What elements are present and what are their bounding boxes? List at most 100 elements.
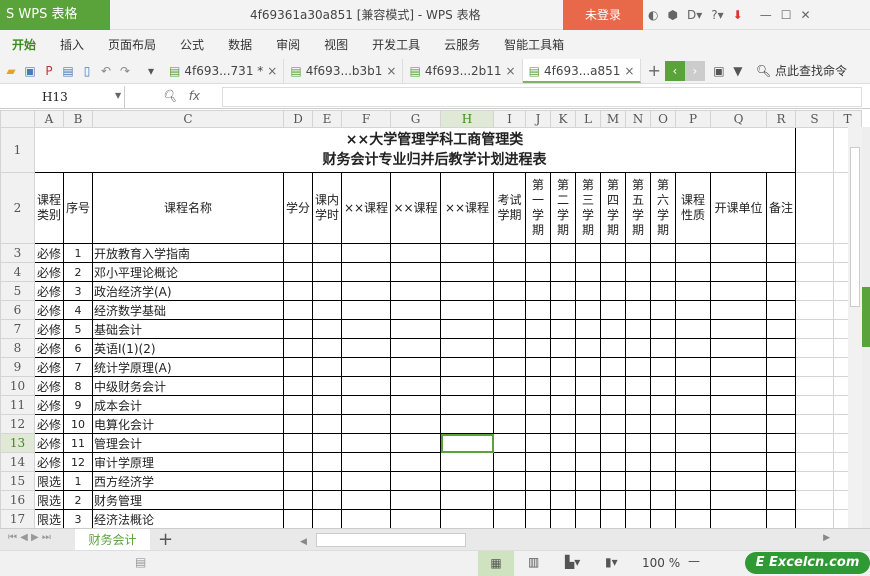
column-header[interactable]: M	[600, 110, 626, 128]
cell[interactable]	[675, 243, 711, 263]
cell[interactable]	[341, 471, 391, 491]
cell[interactable]	[600, 376, 626, 396]
cell[interactable]	[525, 471, 551, 491]
cell[interactable]	[525, 376, 551, 396]
column-title-cell[interactable]: 第二学期	[550, 172, 576, 244]
cell[interactable]	[525, 452, 551, 472]
cell[interactable]	[312, 357, 342, 377]
cell[interactable]: 基础会计	[92, 319, 284, 339]
cell[interactable]: 必修	[34, 300, 64, 320]
cell[interactable]: 财务管理	[92, 490, 284, 510]
cell[interactable]	[525, 414, 551, 434]
cell[interactable]	[550, 338, 576, 358]
close-tab-icon[interactable]: ×	[267, 59, 277, 83]
cell[interactable]	[710, 490, 767, 510]
cell[interactable]: 必修	[34, 262, 64, 282]
cell[interactable]	[341, 281, 391, 301]
cell[interactable]	[341, 414, 391, 434]
cell[interactable]	[525, 395, 551, 415]
minimize-icon[interactable]: —	[760, 8, 772, 22]
cell[interactable]	[600, 471, 626, 491]
cell[interactable]	[625, 281, 651, 301]
cell[interactable]	[312, 471, 342, 491]
print-icon[interactable]: ▤	[60, 63, 76, 79]
cell[interactable]	[550, 471, 576, 491]
cell[interactable]	[440, 243, 494, 263]
cell[interactable]	[675, 414, 711, 434]
cell[interactable]	[312, 490, 342, 510]
command-search[interactable]: 🔍︎ 点此查找命令	[756, 62, 847, 79]
horizontal-scrollbar[interactable]: ◀ ▶	[300, 533, 840, 547]
cell[interactable]	[312, 338, 342, 358]
cell[interactable]: 1	[63, 471, 93, 491]
cell[interactable]	[390, 433, 441, 453]
cell[interactable]	[795, 243, 834, 263]
cell[interactable]	[625, 319, 651, 339]
cell[interactable]	[600, 281, 626, 301]
column-header[interactable]: S	[795, 110, 834, 128]
cell[interactable]	[440, 262, 494, 282]
ribbon-tab[interactable]: 公式	[180, 36, 204, 53]
cell[interactable]	[625, 452, 651, 472]
cell[interactable]	[440, 452, 494, 472]
cell[interactable]	[575, 243, 601, 263]
pin-icon[interactable]: ▼	[730, 63, 746, 79]
cell[interactable]	[675, 319, 711, 339]
cell[interactable]	[493, 281, 526, 301]
cell[interactable]	[312, 262, 342, 282]
cell[interactable]	[625, 300, 651, 320]
cell[interactable]	[625, 414, 651, 434]
cell[interactable]	[795, 376, 834, 396]
cell[interactable]	[675, 452, 711, 472]
column-title-cell[interactable]: 课程类别	[34, 172, 64, 244]
cell[interactable]	[390, 414, 441, 434]
pdf-icon[interactable]: P	[41, 63, 57, 79]
cell[interactable]	[525, 243, 551, 263]
cell[interactable]	[550, 490, 576, 510]
cell[interactable]	[493, 376, 526, 396]
cell[interactable]	[625, 376, 651, 396]
cell[interactable]	[312, 509, 342, 529]
cell[interactable]	[766, 281, 796, 301]
cell[interactable]	[600, 338, 626, 358]
cell[interactable]	[795, 414, 834, 434]
column-header[interactable]: Q	[710, 110, 767, 128]
cell[interactable]	[440, 338, 494, 358]
cell[interactable]: 管理会计	[92, 433, 284, 453]
settings-icon[interactable]: ⬢	[667, 8, 677, 22]
column-header[interactable]: T	[833, 110, 862, 128]
cell[interactable]	[600, 262, 626, 282]
cell[interactable]	[625, 338, 651, 358]
cell[interactable]	[390, 338, 441, 358]
cell[interactable]	[675, 357, 711, 377]
cell[interactable]	[550, 414, 576, 434]
cell[interactable]	[575, 338, 601, 358]
cell[interactable]	[440, 319, 494, 339]
cell[interactable]	[710, 338, 767, 358]
cell[interactable]: 11	[63, 433, 93, 453]
cell[interactable]	[493, 452, 526, 472]
cell[interactable]: 经济法概论	[92, 509, 284, 529]
cell[interactable]	[550, 281, 576, 301]
formula-input[interactable]	[222, 87, 862, 107]
cell[interactable]	[795, 509, 834, 529]
cell[interactable]	[283, 509, 313, 529]
cell[interactable]	[440, 300, 494, 320]
cell[interactable]	[493, 509, 526, 529]
cell[interactable]	[440, 395, 494, 415]
cell[interactable]	[650, 281, 676, 301]
cell[interactable]	[440, 414, 494, 434]
cell[interactable]	[795, 262, 834, 282]
column-title-cell[interactable]: 课内学时	[312, 172, 342, 244]
cell[interactable]: 2	[63, 490, 93, 510]
screen-icon[interactable]: ▣	[711, 63, 727, 79]
maximize-icon[interactable]: ☐	[781, 8, 792, 22]
tab-next-button[interactable]: ›	[684, 60, 705, 81]
reading-mode-icon[interactable]: ▙▾	[565, 555, 580, 569]
cell[interactable]	[283, 471, 313, 491]
cell[interactable]	[525, 262, 551, 282]
cell[interactable]	[493, 300, 526, 320]
cell[interactable]	[575, 319, 601, 339]
row-header[interactable]: 5	[0, 281, 35, 301]
cell[interactable]	[675, 471, 711, 491]
